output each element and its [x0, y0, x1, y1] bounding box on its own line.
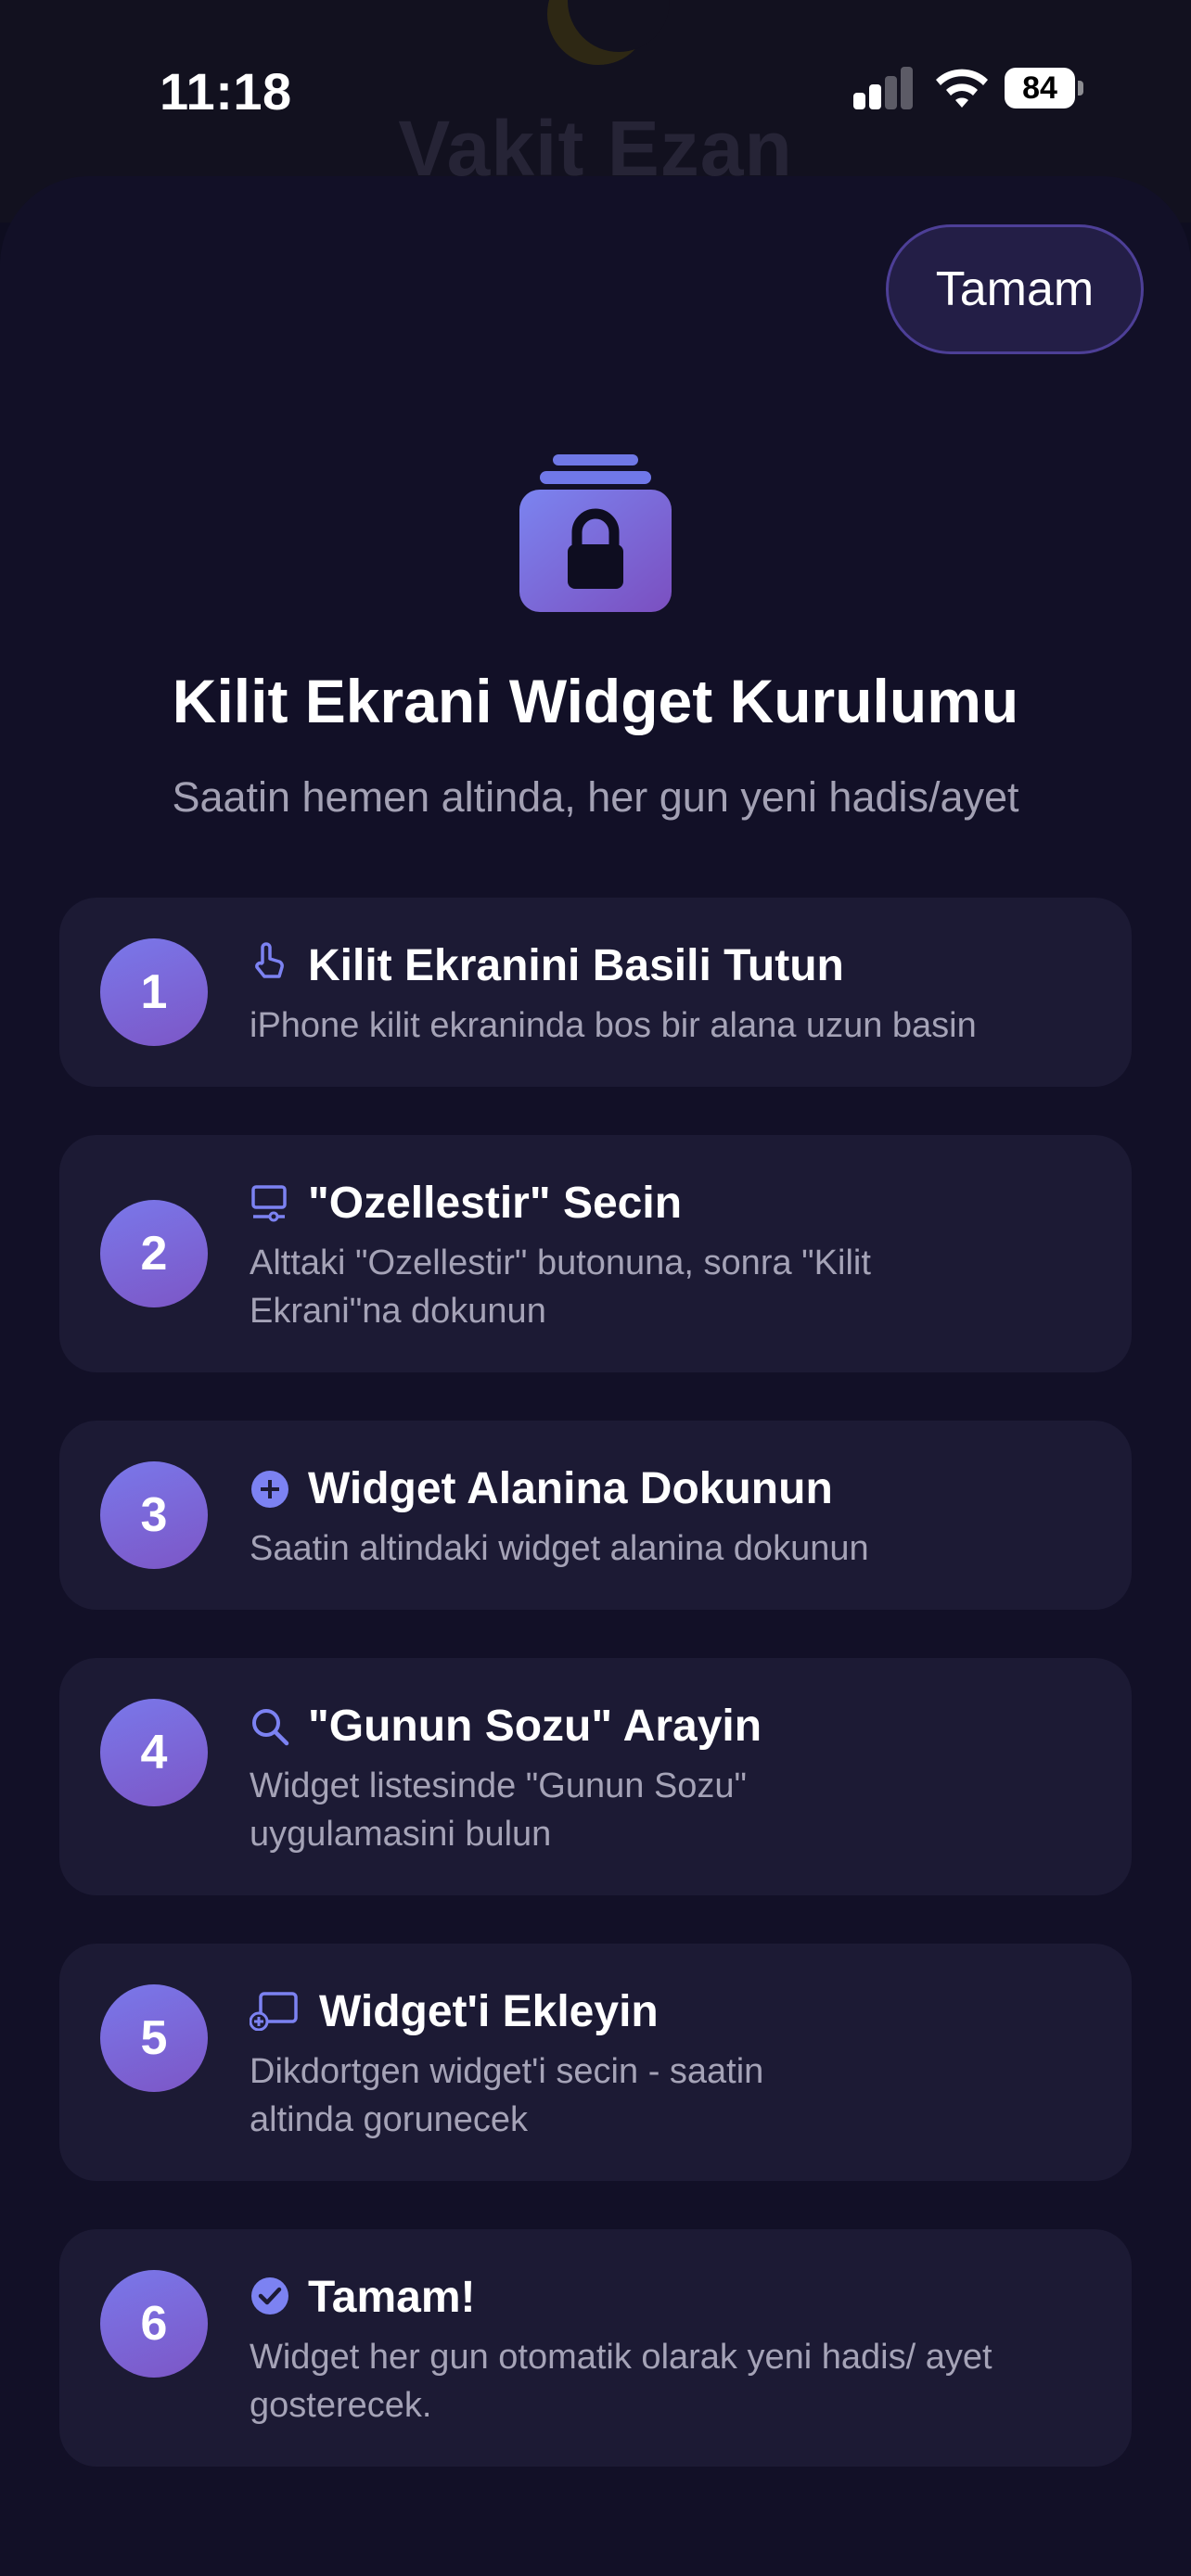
step-title: "Ozellestir" Secin — [308, 1179, 683, 1228]
step-title: "Gunun Sozu" Arayin — [308, 1702, 762, 1751]
step-title: Widget Alanina Dokunun — [308, 1464, 833, 1513]
page-subtitle: Saatin hemen altinda, her gun yeni hadis… — [172, 773, 1019, 821]
screen: Vakit Ezan 11:18 84 Tamam Kilit Ekrani W… — [0, 0, 1191, 2576]
step-title: Tamam! — [308, 2273, 476, 2322]
step-number: 6 — [100, 2270, 208, 2378]
display-slider-icon — [251, 1185, 287, 1222]
battery-level: 84 — [1005, 68, 1075, 108]
lock-stack-icon — [519, 454, 672, 612]
search-icon — [252, 1709, 289, 1746]
step-description: Widget listesinde "Gunun Sozu" uygulamas… — [250, 1766, 748, 1854]
step-description: Saatin altindaki widget alanina dokunun — [250, 1529, 869, 1568]
page-title: Kilit Ekrani Widget Kurulumu — [172, 667, 1019, 735]
step-number: 3 — [100, 1461, 208, 1569]
checkmark-seal-icon — [251, 2277, 288, 2315]
step-card-2: 2 "Ozellestir" Secin Alttaki "Ozellestir… — [59, 1135, 1132, 1372]
status-time: 11:18 — [160, 62, 292, 121]
cellular-signal-icon — [853, 67, 915, 109]
step-description: Dikdortgen widget'i secin - saatin altin… — [250, 2052, 764, 2139]
step-description: Widget her gun otomatik olarak yeni hadi… — [250, 2338, 992, 2425]
step-number: 4 — [100, 1699, 208, 1806]
step-card-6: 6 Tamam! Widget her gun otomatik olarak … — [59, 2229, 1132, 2467]
step-title: Widget'i Ekleyin — [319, 1987, 659, 2036]
hand-tap-icon — [255, 942, 284, 978]
step-card-1: 1 Kilit Ekranini Basili Tutun iPhone kil… — [59, 898, 1132, 1087]
status-bar: 11:18 84 — [0, 0, 1191, 176]
step-number: 1 — [100, 938, 208, 1046]
step-card-3: 3 Widget Alanina Dokunun Saatin altindak… — [59, 1421, 1132, 1610]
plus-circle-icon — [251, 1471, 288, 1508]
step-description: iPhone kilit ekraninda bos bir alana uzu… — [250, 1006, 977, 1045]
rectangle-add-icon — [250, 1992, 298, 2031]
step-number: 2 — [100, 1200, 208, 1307]
wifi-icon — [936, 69, 988, 108]
done-button[interactable]: Tamam — [886, 224, 1144, 354]
battery-icon: 84 — [1005, 68, 1083, 108]
step-title: Kilit Ekranini Basili Tutun — [308, 941, 844, 990]
step-card-5: 5 Widget'i Ekleyin Dikdortgen widget'i s… — [59, 1944, 1132, 2181]
step-number: 5 — [100, 1984, 208, 2092]
step-description: Alttaki "Ozellestir" butonuna, sonra "Ki… — [250, 1243, 871, 1331]
widget-setup-sheet: Tamam Kilit Ekrani Widget Kurulumu Saati… — [0, 176, 1191, 2576]
step-card-4: 4 "Gunun Sozu" Arayin Widget listesinde … — [59, 1658, 1132, 1895]
